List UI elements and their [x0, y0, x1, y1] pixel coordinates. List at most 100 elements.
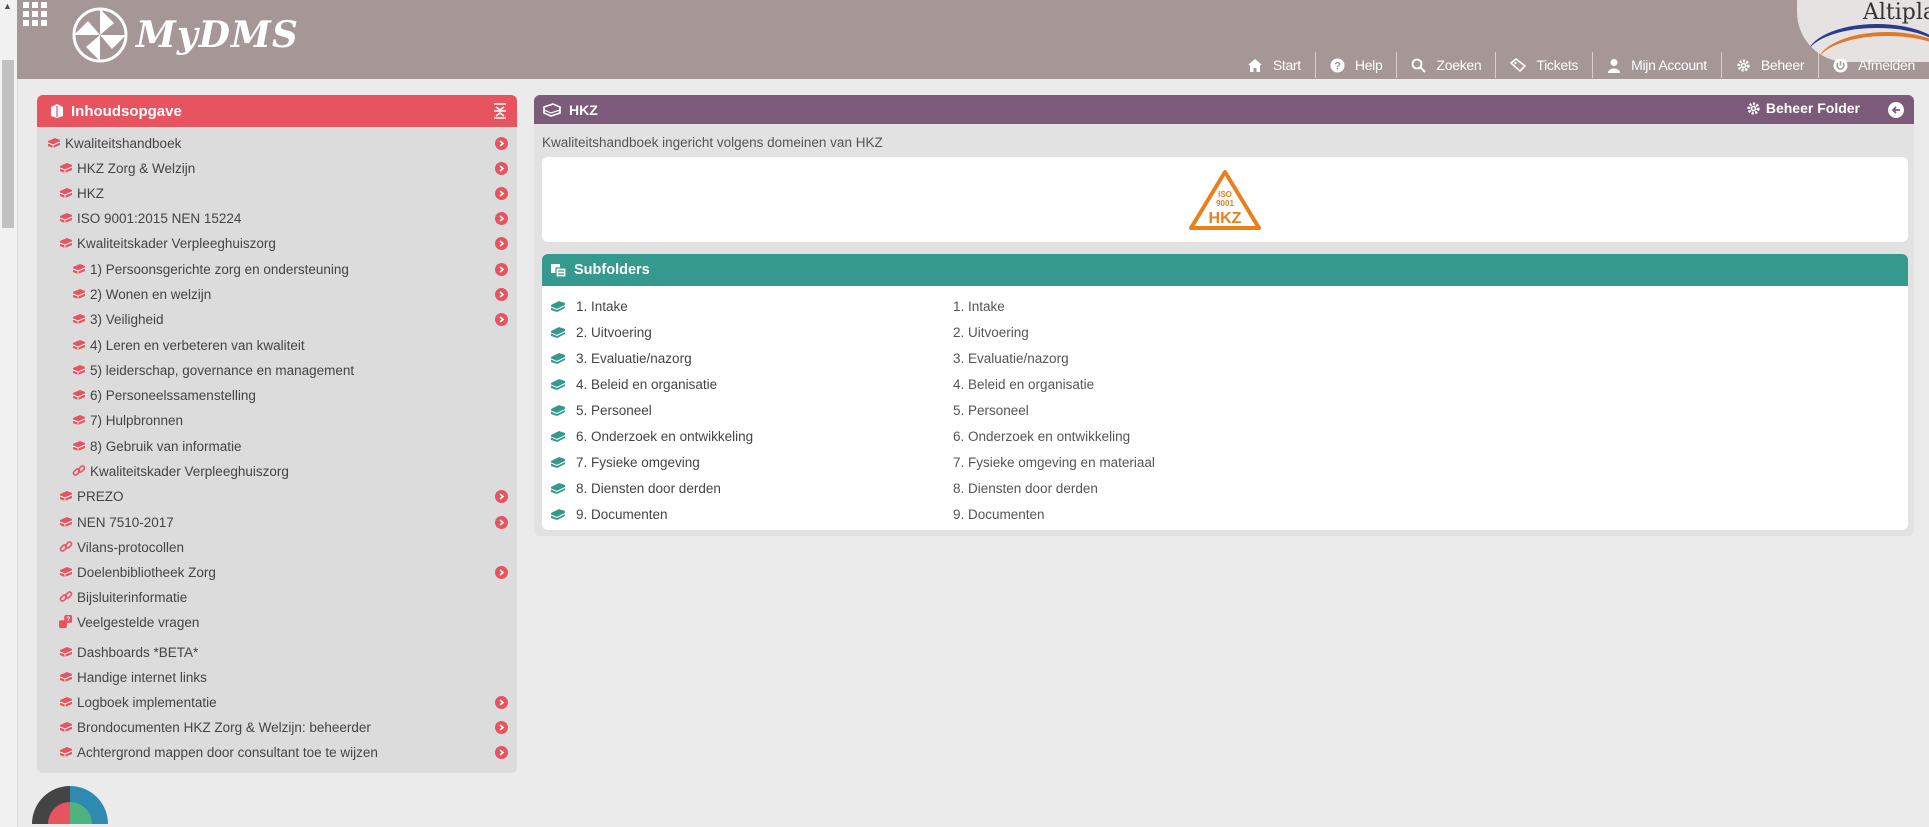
- toc-item[interactable]: ? Veelgestelde vragen: [37, 611, 517, 633]
- nav-start[interactable]: Start: [1233, 52, 1315, 78]
- toc-item-label: Handige internet links: [77, 669, 207, 685]
- subfolder-link[interactable]: 3. Evaluatie/nazorg: [550, 351, 692, 366]
- subfolder-link[interactable]: 6. Onderzoek en ontwikkeling: [550, 429, 753, 444]
- toc-item[interactable]: NEN 7510-2017: [37, 511, 517, 533]
- toc-item[interactable]: 8) Gebruik van informatie: [37, 435, 517, 457]
- subfolder-link[interactable]: 1. Intake: [550, 299, 628, 314]
- subfolder-row: 3. Evaluatie/nazorg 3. Evaluatie/nazorg: [542, 347, 1908, 369]
- folder-logo-box: ISO 9001 HKZ: [542, 157, 1908, 242]
- toc-item[interactable]: Achtergrond mappen door consultant toe t…: [37, 741, 517, 763]
- nav-mijn-account[interactable]: Mijn Account: [1592, 52, 1721, 78]
- subfolder-description: 5. Personeel: [953, 402, 1029, 418]
- toc-item[interactable]: Kwaliteitshandboek: [37, 132, 517, 154]
- ticket-icon: [1510, 58, 1531, 72]
- chevron-right-icon[interactable]: [495, 312, 508, 326]
- chevron-right-icon[interactable]: [495, 720, 508, 734]
- subfolder-link[interactable]: 9. Documenten: [550, 507, 668, 522]
- subfolder-name: 9. Documenten: [576, 506, 668, 522]
- subfolder-row: 4. Beleid en organisatie 4. Beleid en org…: [542, 373, 1908, 395]
- nav-zoeken[interactable]: Zoeken: [1396, 52, 1495, 78]
- subfolder-row: 5. Personeel 5. Personeel: [542, 399, 1908, 421]
- subfolder-description: 6. Onderzoek en ontwikkeling: [953, 428, 1131, 444]
- apps-grid-icon[interactable]: [23, 2, 47, 26]
- book-icon: [550, 378, 571, 391]
- subfolder-row: 9. Documenten 9. Documenten: [542, 503, 1908, 525]
- nav-tickets[interactable]: Tickets: [1495, 52, 1592, 78]
- toc-item[interactable]: Logboek implementatie: [37, 691, 517, 713]
- subfolder-link[interactable]: 2. Uitvoering: [550, 325, 652, 340]
- toc-item[interactable]: Brondocumenten HKZ Zorg & Welzijn: behee…: [37, 716, 517, 738]
- toc-item[interactable]: Vilans-protocollen: [37, 536, 517, 558]
- subfolder-link[interactable]: 7. Fysieke omgeving: [550, 455, 700, 470]
- toc-panel: Inhoudsopgave Kwaliteitshandboek HKZ Zorg…: [37, 95, 517, 773]
- toc-header: Inhoudsopgave: [37, 95, 517, 127]
- toc-item-label: Kwaliteitskader Verpleeghuiszorg: [90, 463, 289, 479]
- svg-text:?: ?: [1334, 60, 1341, 72]
- subfolder-link[interactable]: 4. Beleid en organisatie: [550, 377, 717, 392]
- toc-item[interactable]: Bijsluiterinformatie: [37, 586, 517, 608]
- folder-title: HKZ: [569, 101, 598, 118]
- subfolder-link[interactable]: 5. Personeel: [550, 403, 652, 418]
- toc-item-label: ISO 9001:2015 NEN 15224: [77, 210, 242, 226]
- toc-item[interactable]: Kwaliteitskader Verpleeghuiszorg: [37, 460, 517, 482]
- chevron-right-icon[interactable]: [495, 236, 508, 250]
- nav-afmelden[interactable]: Afmelden: [1818, 52, 1929, 78]
- toc-item-label: 5) leiderschap, governance en management: [90, 362, 355, 378]
- toc-item-label: 3) Veiligheid: [90, 311, 164, 327]
- chevron-right-icon[interactable]: [495, 745, 508, 759]
- book-icon: [72, 414, 86, 426]
- chevron-right-icon[interactable]: [495, 695, 508, 709]
- book-icon: [550, 300, 571, 313]
- toc-item-label: Doelenbibliotheek Zorg: [77, 564, 216, 580]
- toc-item[interactable]: Handige internet links: [37, 666, 517, 688]
- subfolder-description: 3. Evaluatie/nazorg: [953, 350, 1069, 366]
- chevron-right-icon[interactable]: [495, 262, 508, 276]
- book-icon: [550, 404, 571, 417]
- link-icon: [59, 590, 73, 604]
- toc-item[interactable]: Dashboards *BETA*: [37, 641, 517, 663]
- manage-folder-button[interactable]: Beheer Folder: [1746, 100, 1860, 116]
- subfolder-link[interactable]: 8. Diensten door derden: [550, 481, 721, 496]
- chevron-right-icon[interactable]: [495, 136, 508, 150]
- back-button[interactable]: [1888, 102, 1904, 118]
- top-navigation: Start? Help Zoeken Tickets Mijn Account Behee…: [1233, 52, 1929, 78]
- page-scrollbar[interactable]: ▲: [0, 0, 18, 827]
- app-logo[interactable]: MyDMS: [70, 2, 299, 68]
- toc-item[interactable]: 6) Personeelssamenstelling: [37, 384, 517, 406]
- toc-item[interactable]: ISO 9001:2015 NEN 15224: [37, 207, 517, 229]
- toc-item[interactable]: Doelenbibliotheek Zorg: [37, 561, 517, 583]
- toc-item[interactable]: Kwaliteitskader Verpleeghuiszorg: [37, 232, 517, 254]
- scroll-thumb[interactable]: [2, 60, 14, 228]
- scroll-up-arrow-icon[interactable]: ▲: [3, 1, 12, 11]
- toc-item[interactable]: 1) Persoonsgerichte zorg en ondersteunin…: [37, 258, 517, 280]
- toc-item[interactable]: 4) Leren en verbeteren van kwaliteit: [37, 334, 517, 356]
- chevron-right-icon[interactable]: [495, 186, 508, 200]
- toc-item-label: Brondocumenten HKZ Zorg & Welzijn: behee…: [77, 719, 371, 735]
- chevron-right-icon[interactable]: [495, 515, 508, 529]
- chevron-right-icon[interactable]: [495, 489, 508, 503]
- toc-item[interactable]: PREZO: [37, 485, 517, 507]
- collapse-all-icon[interactable]: [493, 103, 507, 119]
- toc-item[interactable]: 3) Veiligheid: [37, 308, 517, 330]
- toc-item[interactable]: HKZ: [37, 182, 517, 204]
- power-icon: [1833, 58, 1853, 73]
- toc-item-label: 6) Personeelssamenstelling: [90, 387, 256, 403]
- book-icon: [550, 456, 571, 469]
- chevron-right-icon[interactable]: [495, 161, 508, 175]
- chevron-right-icon[interactable]: [495, 287, 508, 301]
- toc-item[interactable]: 5) leiderschap, governance en management: [37, 359, 517, 381]
- toc-item[interactable]: 2) Wonen en welzijn: [37, 283, 517, 305]
- toc-books-icon: [51, 104, 63, 118]
- chevron-right-icon[interactable]: [495, 565, 508, 579]
- chevron-right-icon[interactable]: [495, 211, 508, 225]
- book-icon: [59, 646, 73, 658]
- book-icon: [550, 482, 571, 495]
- subfolder-name: 7. Fysieke omgeving: [576, 454, 700, 470]
- toc-item[interactable]: HKZ Zorg & Welzijn: [37, 157, 517, 179]
- toc-item[interactable]: 7) Hulpbronnen: [37, 409, 517, 431]
- nav-beheer[interactable]: Beheer: [1720, 52, 1818, 78]
- book-icon: [59, 162, 73, 174]
- book-icon: [550, 508, 571, 521]
- subfolder-name: 3. Evaluatie/nazorg: [576, 350, 692, 366]
- nav-help[interactable]: ? Help: [1314, 52, 1397, 78]
